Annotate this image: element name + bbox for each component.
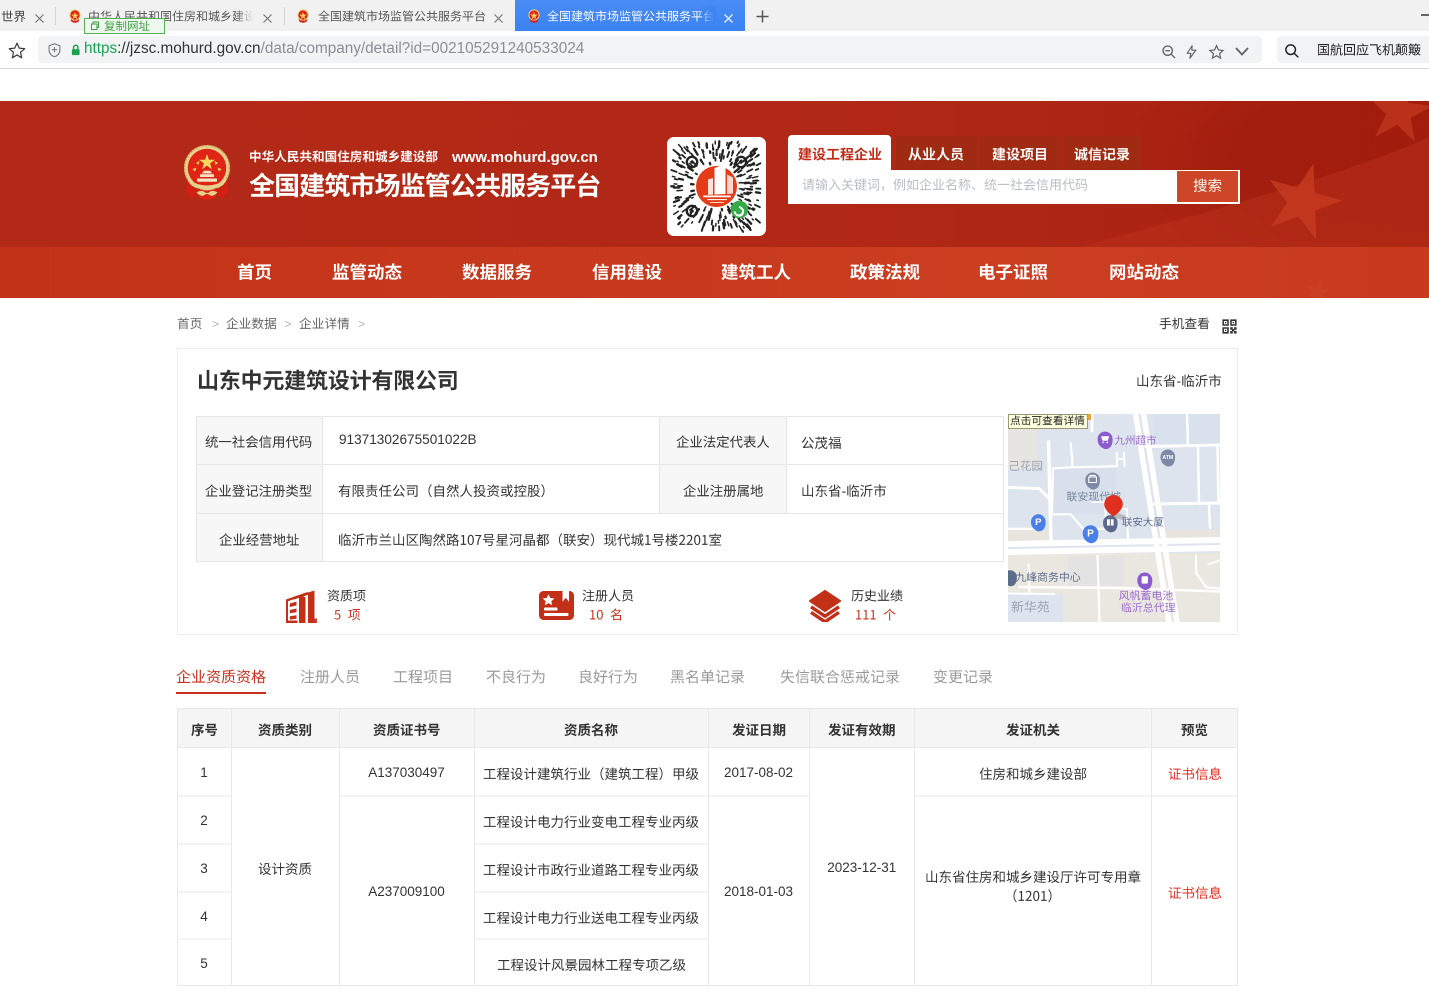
svg-text:P: P	[1035, 517, 1042, 528]
svg-text:P: P	[1087, 529, 1094, 540]
svg-text:ATM: ATM	[1162, 455, 1173, 461]
